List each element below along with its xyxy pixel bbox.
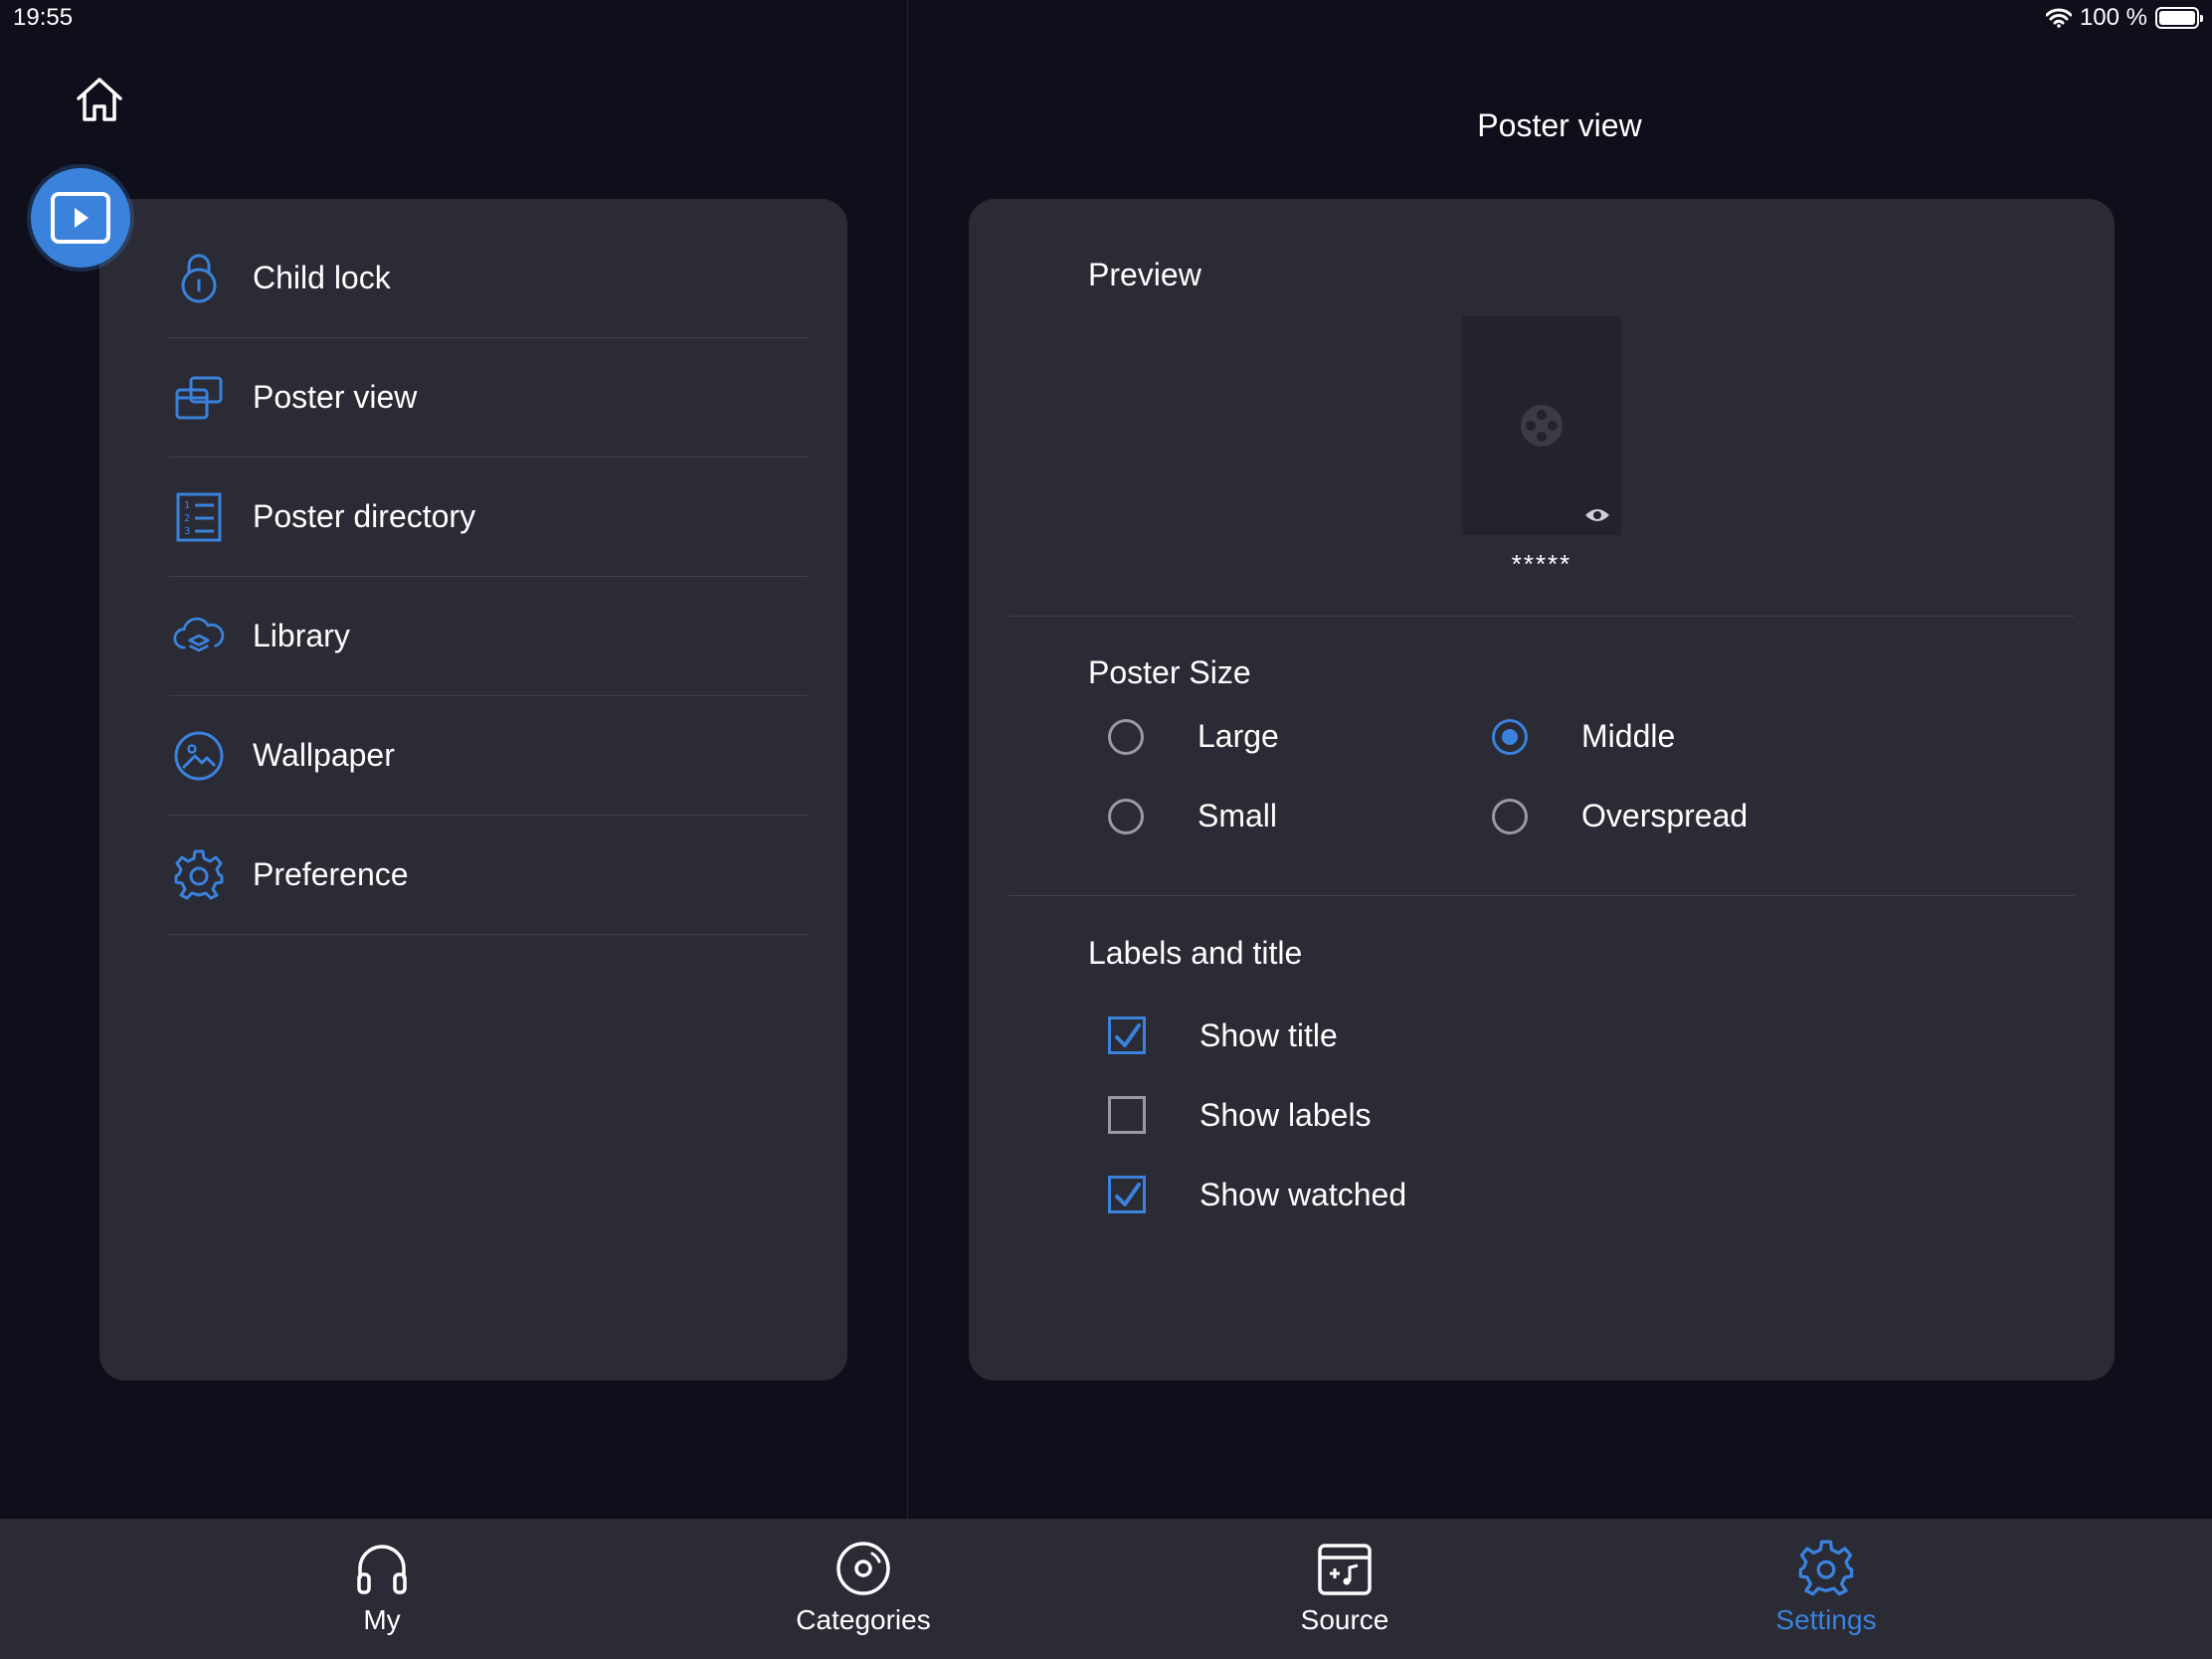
radio-middle[interactable]: Middle xyxy=(1492,718,1675,755)
svg-text:1: 1 xyxy=(184,500,190,511)
svg-text:3: 3 xyxy=(184,526,190,537)
menu-item-preference[interactable]: Preference xyxy=(169,816,808,935)
list-numbered-icon: 1 2 3 xyxy=(173,491,225,543)
checkbox-label: Show labels xyxy=(1199,1096,1372,1133)
radio-button[interactable] xyxy=(1492,718,1528,755)
radio-label: Overspread xyxy=(1581,798,1749,833)
status-time: 19:55 xyxy=(13,4,74,31)
image-icon xyxy=(173,730,225,782)
eye-icon xyxy=(1585,509,1609,521)
svg-text:2: 2 xyxy=(184,513,190,524)
headphones-icon xyxy=(352,1539,412,1598)
checkbox[interactable] xyxy=(1108,1176,1146,1213)
radio-button[interactable] xyxy=(1108,718,1144,755)
menu-item-wallpaper[interactable]: Wallpaper xyxy=(169,696,808,816)
film-reel-icon xyxy=(1521,405,1563,447)
tab-source[interactable]: Source xyxy=(1196,1519,1494,1659)
checkbox-label: Show title xyxy=(1199,1016,1338,1053)
split-divider xyxy=(907,0,908,1519)
checkbox-show-title[interactable]: Show title xyxy=(1108,1016,1338,1054)
radio-overspread[interactable]: Overspread xyxy=(1492,798,1748,834)
cloud-layers-icon xyxy=(173,611,225,662)
checkmark-icon xyxy=(1115,1023,1141,1047)
home-icon xyxy=(77,78,122,121)
menu-item-label: Poster directory xyxy=(253,498,476,534)
menu-item-label: Poster view xyxy=(253,379,418,415)
radio-button[interactable] xyxy=(1108,798,1144,834)
music-box-icon xyxy=(1315,1539,1375,1598)
status-indicators: 100 % xyxy=(2045,4,2203,32)
separator xyxy=(1009,895,2075,896)
play-button[interactable] xyxy=(31,168,130,268)
gear-icon xyxy=(1796,1539,1856,1598)
wifi-icon xyxy=(2045,8,2072,28)
menu-item-label: Wallpaper xyxy=(253,737,395,773)
tab-bar: My Categories Source Settings xyxy=(0,1519,2212,1659)
checkmark-icon xyxy=(1115,1183,1141,1206)
settings-menu-card: Child lock Poster view 1 2 3 Poster dire… xyxy=(99,199,847,1381)
menu-item-library[interactable]: Library xyxy=(169,577,808,696)
separator xyxy=(1009,616,2075,617)
checkbox[interactable] xyxy=(1108,1096,1146,1134)
tab-settings[interactable]: Settings xyxy=(1677,1519,1975,1659)
menu-item-poster-directory[interactable]: 1 2 3 Poster directory xyxy=(169,458,808,577)
play-icon xyxy=(51,192,110,244)
poster-view-card: Preview ***** Poster Size Large Middle S… xyxy=(969,199,2115,1381)
labels-and-title-title: Labels and title xyxy=(1088,935,1303,971)
checkbox-show-labels[interactable]: Show labels xyxy=(1108,1096,1372,1134)
tab-categories[interactable]: Categories xyxy=(714,1519,1013,1659)
menu-item-child-lock[interactable]: Child lock xyxy=(169,219,808,338)
tab-my[interactable]: My xyxy=(233,1519,531,1659)
menu-item-label: Child lock xyxy=(253,260,391,295)
home-button[interactable] xyxy=(72,72,127,127)
page-title: Poster view xyxy=(1477,107,1642,143)
checkbox[interactable] xyxy=(1108,1016,1146,1054)
poster-view-icon xyxy=(173,372,225,424)
tab-label: Categories xyxy=(796,1604,931,1635)
poster-caption: ***** xyxy=(1511,549,1572,579)
checkbox-label: Show watched xyxy=(1199,1176,1407,1212)
radio-label: Middle xyxy=(1581,718,1676,754)
menu-item-label: Preference xyxy=(253,856,409,892)
menu-item-label: Library xyxy=(253,618,350,653)
gear-icon xyxy=(173,849,225,901)
poster-preview xyxy=(1462,316,1621,535)
menu-item-poster-view[interactable]: Poster view xyxy=(169,338,808,458)
lock-icon xyxy=(173,253,225,304)
radio-small[interactable]: Small xyxy=(1108,798,1277,834)
radio-label: Large xyxy=(1198,718,1279,754)
checkbox-show-watched[interactable]: Show watched xyxy=(1108,1176,1406,1213)
disc-icon xyxy=(833,1539,893,1598)
radio-large[interactable]: Large xyxy=(1108,718,1279,755)
poster-size-title: Poster Size xyxy=(1088,654,1251,690)
tab-label: Settings xyxy=(1775,1604,1877,1635)
tab-label: Source xyxy=(1300,1604,1389,1635)
battery-icon xyxy=(2155,7,2203,29)
radio-button[interactable] xyxy=(1492,798,1528,834)
radio-label: Small xyxy=(1198,798,1278,833)
battery-percent: 100 % xyxy=(2079,4,2147,31)
preview-title: Preview xyxy=(1088,257,1201,292)
tab-label: My xyxy=(363,1604,401,1635)
